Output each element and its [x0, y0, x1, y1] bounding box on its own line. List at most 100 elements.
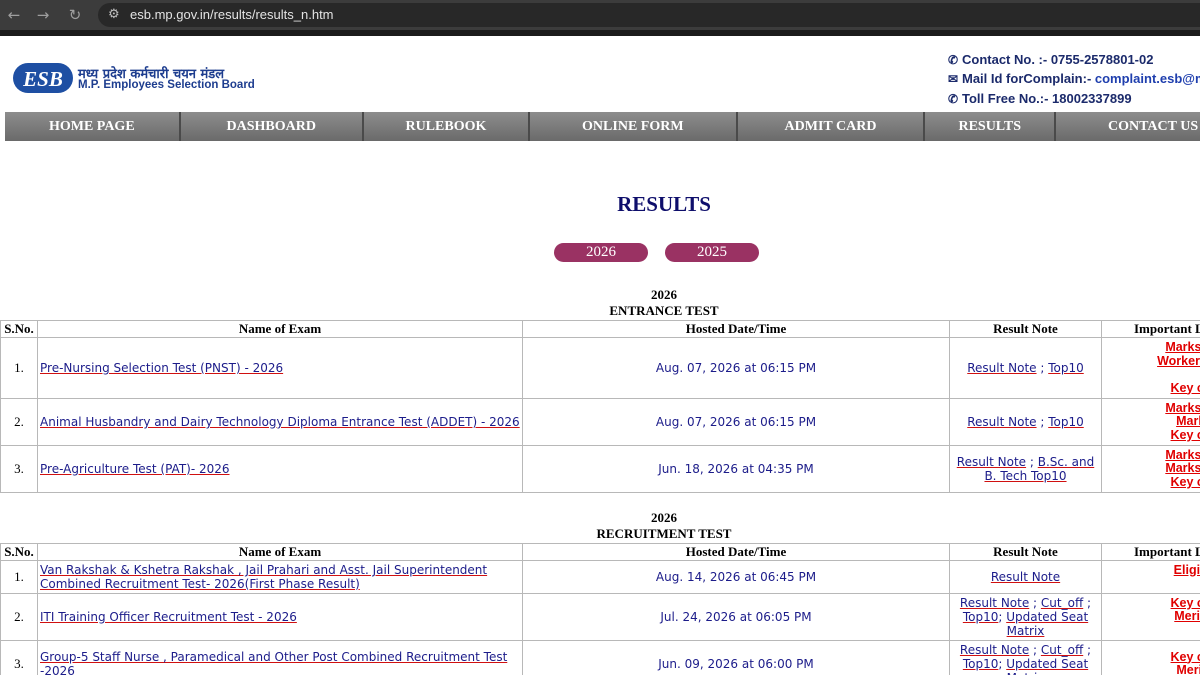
svg-text:ESB: ESB [22, 67, 63, 91]
important-links-cell: Key committeeMerit and Wa [1101, 640, 1200, 675]
result-note-link[interactable]: Cut_off [1041, 596, 1083, 610]
recruitment-heading: RECRUITMENT TEST [596, 526, 732, 541]
important-link[interactable]: Key committee [1171, 596, 1200, 610]
important-link[interactable]: Marks cum Rank [1165, 448, 1200, 462]
serial-number: 2. [0, 398, 38, 446]
exam-name-cell: Group-5 Staff Nurse , Paramedical and Ot… [37, 640, 523, 675]
important-link[interactable]: Marks cum Rank [1165, 401, 1200, 415]
hosted-date: Jun. 09, 2026 at 06:00 PM [522, 640, 950, 675]
exam-name-cell: ITI Training Officer Recruitment Test - … [37, 593, 523, 641]
entrance-heading: ENTRANCE TEST [609, 303, 719, 318]
result-note-link[interactable]: Result Note [957, 455, 1026, 469]
result-note-link[interactable]: Top10 [963, 610, 999, 624]
hosted-date: Aug. 07, 2026 at 06:15 PM [522, 337, 950, 399]
serial-number: 1. [0, 560, 38, 594]
exam-name-cell: Van Rakshak & Kshetra Rakshak , Jail Pra… [37, 560, 523, 594]
exam-link[interactable]: Van Rakshak & Kshetra Rakshak , Jail Pra… [40, 563, 487, 591]
phone-icon: ✆ [948, 92, 959, 106]
result-note-link[interactable]: Updated Seat Matrix [1006, 610, 1088, 638]
column-header: Hosted Date/Time [522, 320, 950, 338]
main-menu: HOME PAGE DASHBOARD RULEBOOK ONLINE FORM… [5, 112, 1200, 141]
mail-hand-icon: ✉ [948, 72, 959, 86]
table-row: 3. Pre-Agriculture Test (PAT)- 2026 Jun. 1… [0, 445, 1200, 493]
year-tab-2025[interactable]: 2025 [665, 243, 759, 262]
exam-link[interactable]: ITI Training Officer Recruitment Test - … [40, 610, 297, 624]
reload-icon[interactable]: ↻ [63, 0, 87, 30]
result-note-link[interactable]: Updated Seat Matrix [1006, 657, 1088, 675]
exam-link[interactable]: Animal Husbandry and Dairy Technology Di… [40, 415, 520, 429]
year-tab-2026[interactable]: 2026 [554, 243, 648, 262]
important-links-cell: Marks cum RankMarks cum RKey committee [1101, 398, 1200, 446]
top-divider [0, 30, 1200, 36]
result-note-cell: Result Note [949, 560, 1102, 594]
result-note-link[interactable]: Result Note [960, 643, 1029, 657]
menu-rulebook[interactable]: RULEBOOK [363, 112, 531, 141]
menu-online-form[interactable]: ONLINE FORM [530, 112, 738, 141]
result-note-cell: Result Note ; B.Sc. and B. Tech Top10 [949, 445, 1102, 493]
column-header: Result Note [949, 543, 1102, 561]
important-link[interactable]: Marks cum R [1176, 414, 1200, 429]
exam-link[interactable]: Pre-Agriculture Test (PAT)- 2026 [40, 462, 230, 476]
entrance-results-table: S.No. Name of Exam Hosted Date/Time Result … [0, 320, 1200, 493]
important-link[interactable]: Worker; Marks cum [1157, 354, 1200, 368]
entrance-year: 2026 [651, 287, 677, 302]
menu-contact-us[interactable]: CONTACT US [1056, 112, 1200, 141]
column-header: Name of Exam [37, 543, 523, 561]
browser-toolbar: ← → ↻ ⚙ esb.mp.gov.in/results/results_n.… [0, 0, 1200, 30]
important-links-cell: Eligible CandiR [1101, 560, 1200, 594]
important-link[interactable]: Merit List; Wa [1174, 609, 1200, 624]
complaint-mail: ✉Mail Id forComplain:- complaint.esb@mp.… [948, 71, 1200, 86]
serial-number: 3. [0, 640, 38, 675]
important-link[interactable]: Merit and Wa [1176, 663, 1200, 675]
exam-link[interactable]: Pre-Nursing Selection Test (PNST) - 2026 [40, 361, 283, 375]
page-title: RESULTS [617, 192, 711, 216]
forward-icon[interactable]: → [31, 0, 55, 30]
web-page: ESB मध्य प्रदेश कर्मचारी चयन मंडल M.P. E… [0, 30, 1200, 675]
site-info-icon[interactable]: ⚙ [108, 7, 122, 23]
important-link[interactable]: Key committee [1171, 428, 1200, 442]
result-note-link[interactable]: Top10 [1048, 415, 1084, 429]
result-note-link[interactable]: Top10 [963, 657, 999, 671]
menu-results[interactable]: RESULTS [925, 112, 1057, 141]
important-links-cell: Marks cum RankWorker; Marks cumWKey comm… [1101, 337, 1200, 399]
exam-name-cell: Pre-Agriculture Test (PAT)- 2026 [37, 445, 523, 493]
hosted-date: Aug. 07, 2026 at 06:15 PM [522, 398, 950, 446]
table-row: 2. Animal Husbandry and Dairy Technology … [0, 398, 1200, 446]
toll-free-number: ✆ Toll Free No.:- 18002337899 [948, 91, 1132, 106]
important-link[interactable]: Key committee [1171, 475, 1200, 489]
exam-link[interactable]: Group-5 Staff Nurse , Paramedical and Ot… [40, 650, 507, 675]
result-note-link[interactable]: Result Note [960, 596, 1029, 610]
table-row: 3. Group-5 Staff Nurse , Paramedical and … [0, 640, 1200, 675]
result-note-link[interactable]: Top10 [1048, 361, 1084, 375]
contact-number: ✆ Contact No. :- 0755-2578801-02 [948, 52, 1154, 67]
complaint-email-link[interactable]: complaint.esb@mp.gov.in [1095, 71, 1200, 86]
recruitment-year: 2026 [651, 510, 677, 525]
important-link[interactable]: Marks cum Rank [1165, 461, 1200, 476]
url-text[interactable]: esb.mp.gov.in/results/results_n.htm [130, 3, 334, 27]
result-note-link[interactable]: Result Note [991, 570, 1060, 584]
menu-admit-card[interactable]: ADMIT CARD [737, 112, 926, 141]
back-icon[interactable]: ← [2, 0, 26, 30]
result-note-link[interactable]: Result Note [967, 361, 1036, 375]
result-note-cell: Result Note ; Top10 [949, 337, 1102, 399]
hosted-date: Jun. 18, 2026 at 04:35 PM [522, 445, 950, 493]
exam-name-cell: Pre-Nursing Selection Test (PNST) - 2026 [37, 337, 523, 399]
important-link[interactable]: Eligible Candi [1174, 563, 1200, 577]
address-bar[interactable]: ⚙ esb.mp.gov.in/results/results_n.htm [98, 3, 1200, 27]
recruitment-results-table: S.No. Name of Exam Hosted Date/Time Result … [0, 543, 1200, 675]
brand-english: M.P. Employees Selection Board [78, 79, 255, 91]
result-note-link[interactable]: Result Note [967, 415, 1036, 429]
important-links-cell: Key committeeMerit List; WaD [1101, 593, 1200, 641]
column-header: Important Links [1101, 320, 1200, 338]
important-link[interactable]: Key committee [1171, 381, 1200, 395]
column-header: S.No. [0, 543, 38, 561]
menu-dashboard[interactable]: DASHBOARD [180, 112, 364, 141]
exam-name-cell: Animal Husbandry and Dairy Technology Di… [37, 398, 523, 446]
important-link[interactable]: Key committee [1171, 650, 1200, 664]
result-note-link[interactable]: Cut_off [1041, 643, 1083, 657]
hosted-date: Jul. 24, 2026 at 06:05 PM [522, 593, 950, 641]
column-header: Result Note [949, 320, 1102, 338]
table-row: 2. ITI Training Officer Recruitment Test … [0, 593, 1200, 641]
important-link[interactable]: Marks cum Rank [1165, 340, 1200, 354]
menu-home-page[interactable]: HOME PAGE [5, 112, 181, 141]
